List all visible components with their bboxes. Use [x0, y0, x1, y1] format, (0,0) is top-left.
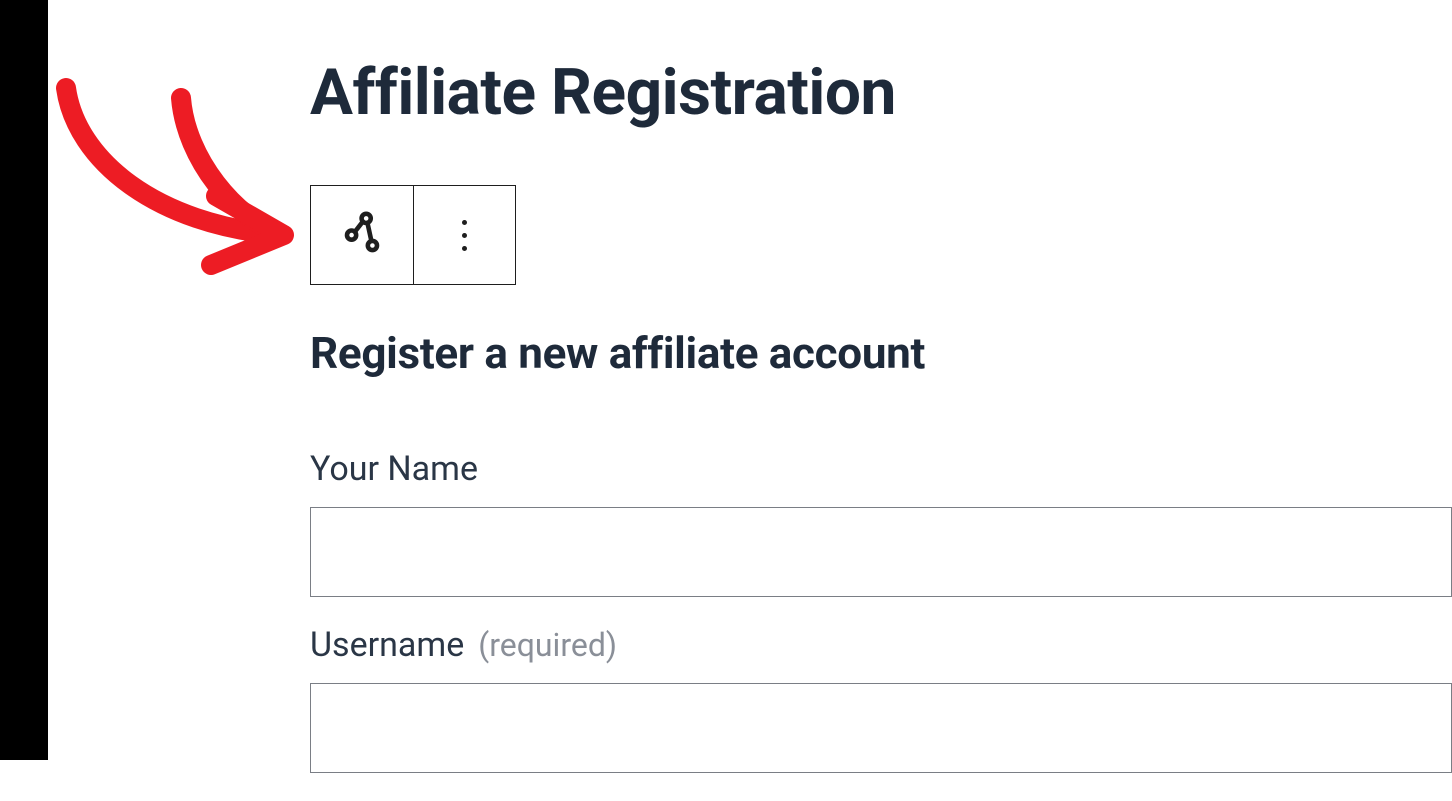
your-name-input[interactable]	[310, 507, 1452, 597]
affiliate-block-icon	[337, 208, 387, 262]
field-label: Username	[310, 625, 464, 665]
block-toolbar	[310, 185, 516, 285]
block-type-button[interactable]	[311, 186, 413, 284]
block-more-options-button[interactable]	[413, 186, 515, 284]
form-field-username: Username (required)	[310, 625, 1452, 773]
page-title: Affiliate Registration	[310, 55, 1452, 130]
required-hint: (required)	[478, 626, 617, 664]
editor-left-bar	[0, 0, 48, 760]
page-content: Affiliate Registration Register a new af…	[310, 55, 1452, 801]
field-label: Your Name	[310, 449, 478, 489]
form-field-your-name: Your Name	[310, 449, 1452, 597]
annotation-arrow	[46, 70, 316, 300]
form-subheading: Register a new affiliate account	[310, 327, 1452, 379]
more-vertical-icon	[462, 220, 467, 251]
